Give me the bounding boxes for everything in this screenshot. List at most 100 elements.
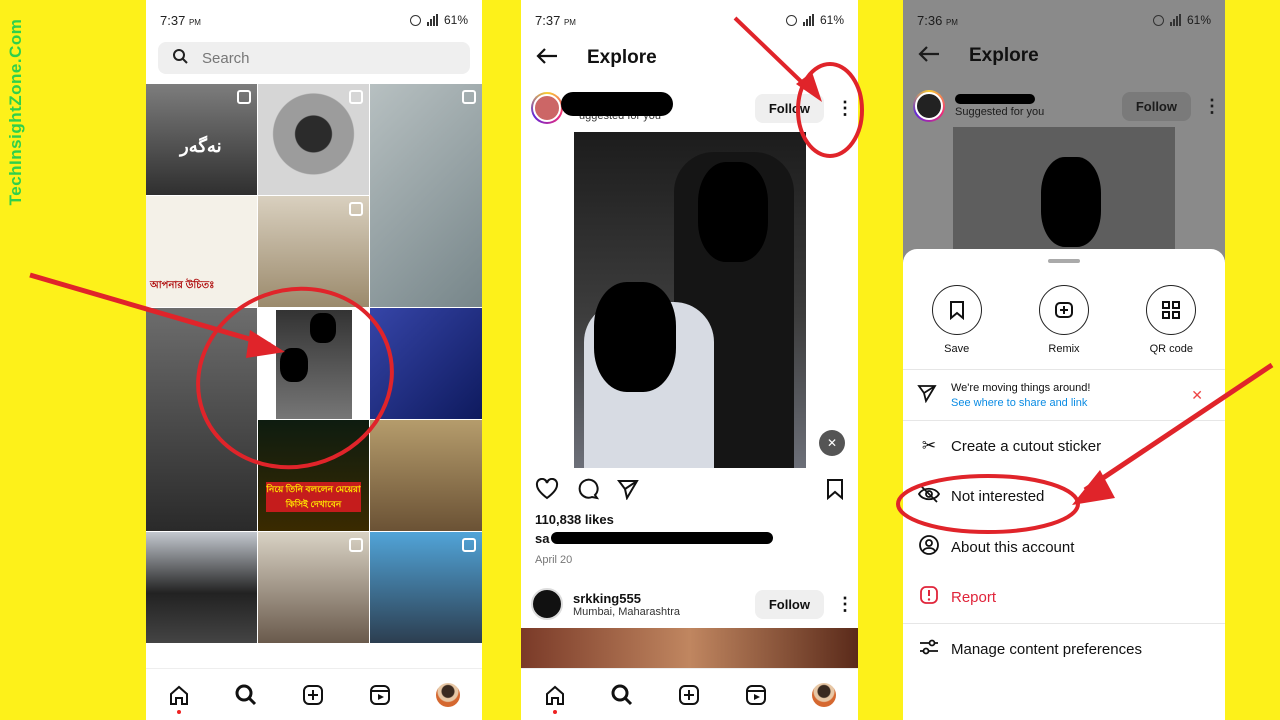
remix-button[interactable]: Remix	[1024, 285, 1104, 355]
share-icon[interactable]	[617, 478, 639, 506]
post-actions	[535, 477, 844, 506]
grid-tile[interactable]	[258, 532, 369, 643]
more-options-icon[interactable]: ⋮	[1203, 97, 1221, 115]
status-time: 7:37	[535, 12, 561, 28]
save-button[interactable]: Save	[917, 285, 997, 355]
add-post-icon[interactable]	[302, 684, 324, 706]
eye-off-icon	[917, 485, 941, 508]
search-placeholder: Search	[202, 49, 250, 67]
likes-count[interactable]: 110,838 likes	[535, 512, 614, 527]
avatar[interactable]	[913, 90, 945, 122]
search-icon	[172, 48, 188, 68]
more-options-icon[interactable]: ⋮	[836, 99, 854, 117]
bottom-nav	[146, 668, 482, 720]
post-username[interactable]: srkking555	[573, 591, 755, 606]
grid-tile[interactable]	[146, 532, 257, 643]
manage-content-preferences-item[interactable]: Manage content preferences	[903, 624, 1225, 675]
grid-tile[interactable]	[370, 308, 482, 419]
close-icon[interactable]: ✕	[1191, 387, 1203, 404]
notice-banner: We're moving things around! See where to…	[903, 369, 1225, 421]
home-icon[interactable]	[544, 684, 566, 714]
status-bar: 7:37 PM 61%	[535, 12, 844, 28]
grid-tile[interactable]	[370, 532, 482, 643]
watermark: TechInsightZone.Com	[6, 18, 25, 206]
status-bar: 7:36 PM 61%	[917, 12, 1211, 28]
avatar[interactable]	[531, 588, 563, 620]
reel-icon	[462, 90, 476, 104]
alarm-icon	[409, 14, 421, 26]
like-icon[interactable]	[535, 477, 559, 506]
home-icon[interactable]	[168, 684, 190, 714]
report-icon	[917, 585, 941, 610]
battery-level: 61%	[1186, 13, 1211, 27]
options-sheet: Save Remix QR code We're moving things a…	[903, 249, 1225, 720]
signal-icon	[426, 14, 438, 26]
scissors-icon: ✂	[921, 436, 937, 456]
grid-tile[interactable]: আপনার উচিতঃ	[146, 196, 257, 307]
add-post-icon[interactable]	[678, 684, 700, 706]
page-title: Explore	[969, 45, 1039, 66]
search-input[interactable]: Search	[158, 42, 470, 74]
post-location[interactable]: Mumbai, Maharashtra	[573, 606, 755, 618]
suggested-label: Suggested for you	[955, 106, 1045, 118]
quick-actions: Save Remix QR code	[903, 285, 1225, 355]
bottom-nav	[521, 668, 858, 720]
profile-avatar[interactable]	[435, 682, 460, 707]
bookmark-icon[interactable]	[826, 478, 844, 506]
about-account-item[interactable]: About this account	[903, 522, 1225, 573]
notice-link[interactable]: See where to share and link	[951, 397, 1090, 409]
battery-level: 61%	[443, 13, 468, 27]
profile-avatar[interactable]	[811, 682, 836, 707]
sheet-handle[interactable]	[1048, 259, 1080, 263]
post-image[interactable]	[521, 628, 858, 668]
remix-icon	[1038, 285, 1089, 335]
more-options-icon[interactable]: ⋮	[836, 595, 854, 613]
status-time: 7:37	[160, 12, 186, 28]
qr-code-icon	[1146, 285, 1197, 335]
explore-header: Explore	[521, 40, 858, 76]
search-nav-icon[interactable]	[235, 684, 257, 706]
grid-tile[interactable]: নিয়ে তিনি বললেন মেয়েরা কিসিই দেখাবেন	[258, 420, 369, 531]
grid-tile[interactable]	[370, 420, 482, 531]
alarm-icon	[1152, 14, 1164, 26]
status-bar: 7:37 PM 61%	[160, 12, 468, 28]
avatar[interactable]	[531, 92, 563, 124]
mute-icon[interactable]: ✕	[819, 430, 845, 456]
grid-tile[interactable]	[258, 196, 369, 307]
not-interested-item[interactable]: Not interested	[903, 472, 1225, 523]
back-arrow-icon[interactable]	[917, 44, 941, 69]
sliders-icon	[917, 638, 941, 661]
grid-tile[interactable]	[370, 84, 482, 307]
follow-button[interactable]: Follow	[754, 589, 824, 619]
grid-tile[interactable]: نەگەر	[146, 84, 257, 195]
alarm-icon	[785, 14, 797, 26]
qr-code-button[interactable]: QR code	[1131, 285, 1211, 355]
reels-icon[interactable]	[745, 684, 767, 706]
follow-button[interactable]: Follow	[754, 93, 824, 123]
reels-icon[interactable]	[369, 684, 391, 706]
redaction-scribble	[561, 92, 673, 116]
post-date: April 20	[535, 554, 573, 566]
explore-header: Explore	[903, 38, 1225, 74]
bookmark-icon	[931, 285, 982, 335]
phone-explore-grid: 7:37 PM 61% Search نەگەر আপনার উচিতঃ নিয…	[146, 0, 482, 720]
grid-tile[interactable]	[258, 84, 369, 195]
post-image[interactable]	[574, 132, 806, 468]
battery-level: 61%	[819, 13, 844, 27]
signal-icon	[1169, 14, 1181, 26]
phone-explore-post: 7:37 PM 61% Explore di uggested for you …	[521, 0, 858, 720]
search-nav-icon[interactable]	[611, 684, 633, 706]
create-cutout-sticker-item[interactable]: ✂ Create a cutout sticker	[903, 421, 1225, 472]
report-item[interactable]: Report	[903, 573, 1225, 624]
account-icon	[917, 534, 941, 560]
phone-post-options-sheet: 7:36 PM 61% Explore Suggested for you Fo…	[903, 0, 1225, 720]
comment-icon[interactable]	[577, 478, 600, 506]
grid-tile[interactable]	[146, 308, 257, 531]
redaction-scribble	[551, 532, 773, 544]
follow-button[interactable]: Follow	[1121, 91, 1191, 121]
back-arrow-icon[interactable]	[535, 46, 559, 71]
post-caption: sa	[535, 531, 550, 546]
grid-tile-highlighted[interactable]	[258, 308, 369, 419]
reel-icon	[462, 538, 476, 552]
post-header: Suggested for you Follow ⋮	[913, 86, 1221, 126]
